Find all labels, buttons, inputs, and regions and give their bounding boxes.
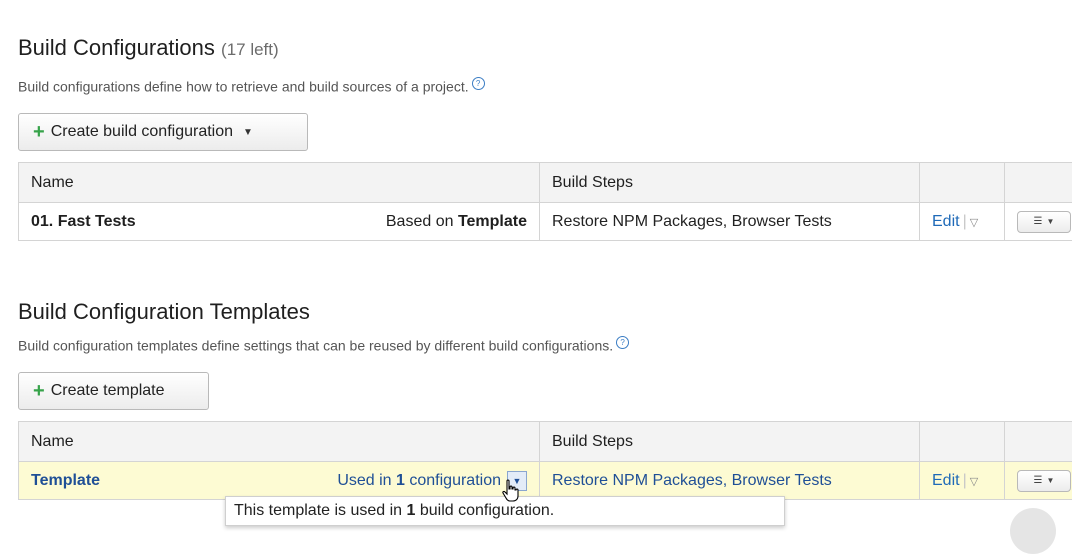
edit-link[interactable]: Edit xyxy=(932,472,960,489)
configurations-left-count: (17 left) xyxy=(221,40,279,59)
column-header-build-steps: Build Steps xyxy=(540,163,920,203)
table-header-row: Name Build Steps xyxy=(19,422,1072,462)
used-in-prefix: Used in xyxy=(337,472,396,490)
list-icon: ☰ xyxy=(1034,216,1043,227)
templates-title: Build Configuration Templates xyxy=(18,299,310,324)
template-name-link[interactable]: Template xyxy=(31,472,100,489)
edit-link[interactable]: Edit xyxy=(932,213,960,230)
table-row: 01. Fast Tests Based on Template Restore… xyxy=(19,203,1072,241)
column-header-build-steps: Build Steps xyxy=(540,422,920,462)
build-configurations-heading: Build Configurations (17 left) xyxy=(18,35,279,61)
actions-menu-button[interactable]: ☰ ▼ xyxy=(1017,470,1071,492)
column-header-edit xyxy=(920,163,1005,203)
column-header-actions xyxy=(1005,422,1072,462)
column-header-edit xyxy=(920,422,1005,462)
plus-icon: + xyxy=(33,122,45,142)
templates-table: Name Build Steps Template Used in 1 conf… xyxy=(18,421,1072,500)
config-name[interactable]: 01. Fast Tests xyxy=(31,213,136,230)
tooltip-count: 1 xyxy=(407,502,416,520)
chevron-down-icon: ▼ xyxy=(243,127,253,138)
config-actions-cell: ☰ ▼ xyxy=(1005,203,1072,241)
create-template-label: Create template xyxy=(51,382,165,400)
column-header-name: Name xyxy=(19,163,540,203)
divider: | xyxy=(963,472,967,489)
config-edit-cell: Edit|▽ xyxy=(920,203,1005,241)
based-on-template: Based on Template xyxy=(386,203,527,240)
build-configurations-description-text: Build configurations define how to retri… xyxy=(18,79,469,95)
create-build-configuration-label: Create build configuration xyxy=(51,123,233,141)
corner-overlay-button[interactable] xyxy=(1010,508,1056,554)
build-configurations-title: Build Configurations xyxy=(18,35,215,60)
triangle-down-icon[interactable]: ▽ xyxy=(970,476,978,488)
templates-description: Build configuration templates define set… xyxy=(18,336,629,354)
plus-icon: + xyxy=(33,381,45,401)
table-row: Template Used in 1 configuration ▼ Resto… xyxy=(19,462,1072,500)
list-icon: ☰ xyxy=(1034,475,1043,486)
divider: | xyxy=(963,213,967,230)
tooltip-suffix: build configuration. xyxy=(415,502,554,520)
used-in-suffix: configuration xyxy=(405,472,501,490)
create-build-configuration-button[interactable]: + Create build configuration ▼ xyxy=(18,113,308,151)
table-header-row: Name Build Steps xyxy=(19,163,1072,203)
triangle-down-icon[interactable]: ▽ xyxy=(970,217,978,229)
template-name-cell: Template Used in 1 configuration ▼ xyxy=(19,462,540,500)
template-build-steps[interactable]: Restore NPM Packages, Browser Tests xyxy=(540,462,920,500)
hand-cursor-icon xyxy=(500,479,522,503)
actions-menu-button[interactable]: ☰ ▼ xyxy=(1017,211,1071,233)
help-icon[interactable]: ? xyxy=(616,336,629,349)
build-configurations-table: Name Build Steps 01. Fast Tests Based on… xyxy=(18,162,1072,241)
column-header-name: Name xyxy=(19,422,540,462)
based-on-template-link[interactable]: Template xyxy=(458,213,527,231)
tooltip-prefix: This template is used in xyxy=(234,502,407,520)
help-icon[interactable]: ? xyxy=(472,77,485,90)
template-actions-cell: ☰ ▼ xyxy=(1005,462,1072,500)
chevron-down-icon: ▼ xyxy=(1047,217,1055,226)
column-header-actions xyxy=(1005,163,1072,203)
templates-description-text: Build configuration templates define set… xyxy=(18,338,613,354)
create-template-button[interactable]: + Create template xyxy=(18,372,209,410)
templates-heading: Build Configuration Templates xyxy=(18,299,310,325)
used-in-configurations: Used in 1 configuration ▼ xyxy=(337,462,527,499)
used-in-count: 1 xyxy=(396,472,405,490)
based-on-label: Based on xyxy=(386,213,458,231)
template-edit-cell: Edit|▽ xyxy=(920,462,1005,500)
config-name-cell: 01. Fast Tests Based on Template xyxy=(19,203,540,241)
build-configurations-description: Build configurations define how to retri… xyxy=(18,77,485,95)
config-build-steps: Restore NPM Packages, Browser Tests xyxy=(540,203,920,241)
chevron-down-icon: ▼ xyxy=(1047,476,1055,485)
